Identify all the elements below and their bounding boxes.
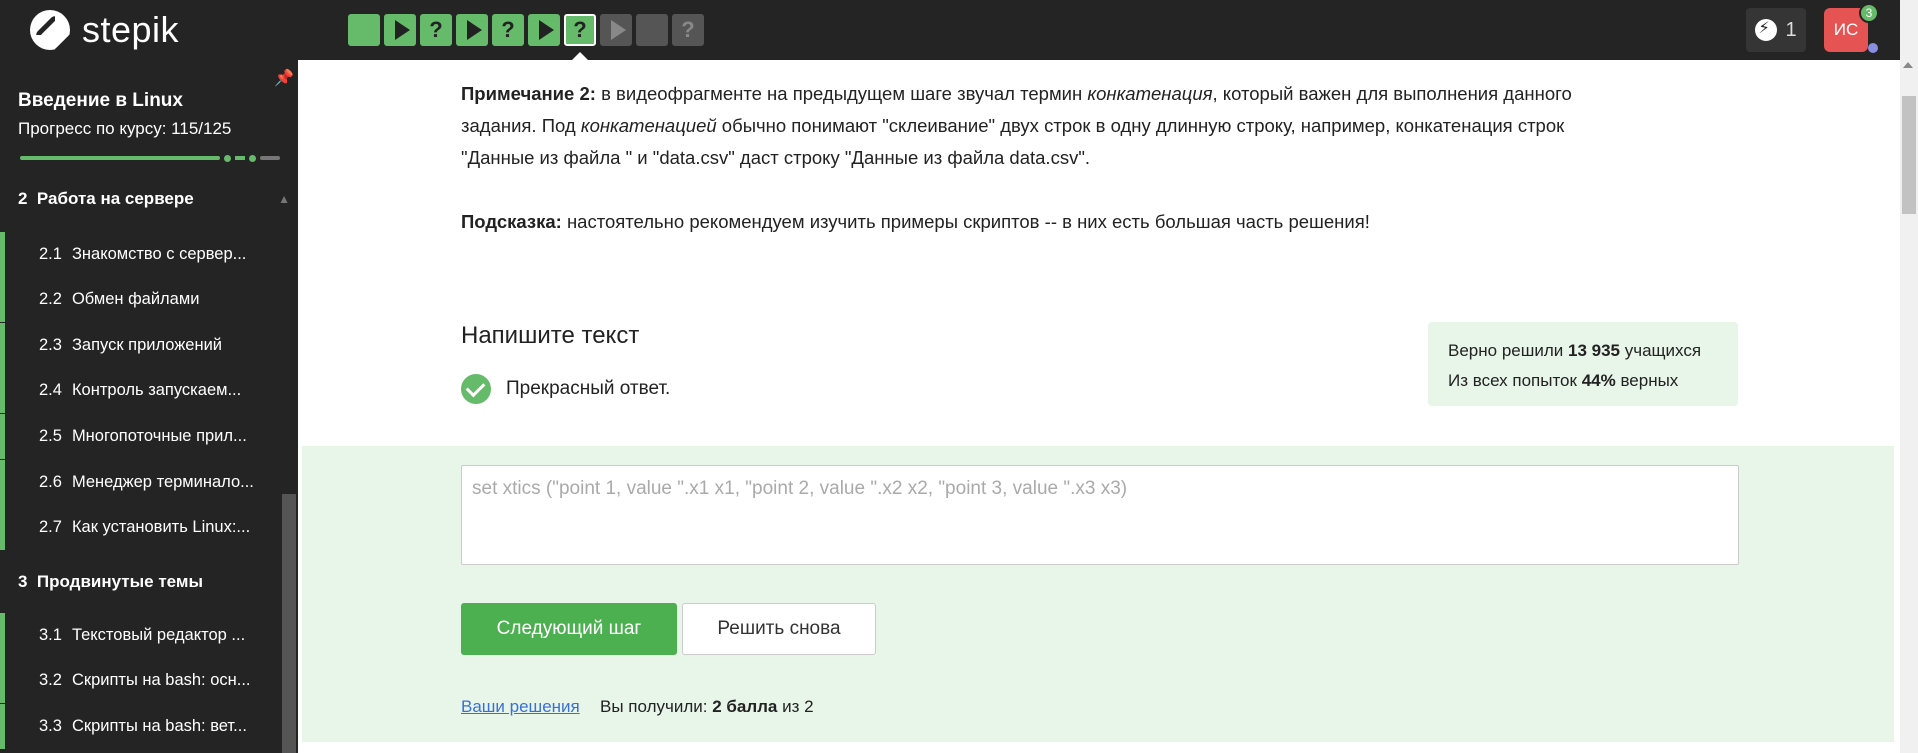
course-sidebar: 📌 Введение в Linux Прогресс по курсу: 11… [0,60,298,753]
step-navigation: ? ? ? ? [348,14,704,46]
score-text: Вы получили: 2 балла из 2 [600,697,814,716]
sidebar-lesson-2-5[interactable]: 2.5 Многопоточные прил... [0,414,280,459]
step-6-video-icon[interactable] [528,14,560,46]
sidebar-section-3[interactable]: 3 Продвинутые темы [0,556,298,608]
stats-attempts: Из всех попыток 44% верных [1448,371,1679,390]
sidebar-lesson-2-3[interactable]: 2.3 Запуск приложений [0,323,280,368]
sidebar-lesson-3-1[interactable]: 3.1 Текстовый редактор ... [0,613,280,658]
stats-box: Верно решили 13 935 учащихся Из всех поп… [1428,322,1738,406]
result-message: Прекрасный ответ. [506,378,671,399]
sidebar-lesson-3-2[interactable]: 3.2 Скрипты на bash: осн... [0,658,280,703]
stepik-logo-icon [30,10,70,50]
solve-again-button[interactable]: Решить снова [682,603,876,655]
step-10-quiz-icon[interactable]: ? [672,14,704,46]
energy-counter[interactable]: 1 [1746,8,1806,52]
pin-icon[interactable]: 📌 [274,68,294,88]
step-8-video-icon[interactable] [600,14,632,46]
checkmark-icon [461,374,491,404]
stepik-logo[interactable]: stepik [30,8,179,52]
answer-textarea[interactable]: set xtics ("point 1, value ".x1 x1, "poi… [461,465,1739,565]
energy-count: 1 [1785,18,1797,41]
sidebar-lesson-2-2[interactable]: 2.2 Обмен файлами [0,277,280,322]
stats-solved: Верно решили 13 935 учащихся [1448,341,1702,360]
step-7-quiz-icon-current[interactable]: ? [564,14,596,46]
step-9-text-icon[interactable] [636,14,668,46]
step-1-text-icon[interactable] [348,14,380,46]
hint-paragraph: Подсказка: настоятельно рекомендуем изуч… [461,211,1370,232]
note-paragraph: Примечание 2: в видеофрагменте на предыд… [461,83,1572,168]
step-content: Примечание 2: в видеофрагменте на предыд… [298,60,1900,753]
course-progress-bar [20,154,282,162]
step-2-video-icon[interactable] [384,14,416,46]
page-scrollbar-thumb[interactable] [1902,96,1916,214]
step-5-quiz-icon[interactable]: ? [492,14,524,46]
sidebar-lesson-2-1[interactable]: 2.1 Знакомство с сервер... [0,232,280,277]
next-step-button[interactable]: Следующий шаг [461,603,677,655]
lightning-icon [1755,18,1778,41]
status-dot [1868,43,1878,53]
scroll-up-arrow-icon[interactable] [1903,62,1913,68]
your-solutions-link[interactable]: Ваши решения [461,697,580,717]
current-step-pointer [572,52,588,60]
step-4-video-icon[interactable] [456,14,488,46]
sidebar-scrollbar[interactable] [282,494,296,753]
task-heading: Напишите текст [461,322,640,349]
sidebar-lesson-2-6[interactable]: 2.6 Менеджер терминало... [0,460,280,505]
notification-badge[interactable]: 3 [1859,3,1879,23]
sidebar-lesson-2-4[interactable]: 2.4 Контроль запускаем... [0,368,280,413]
sidebar-lesson-2-7[interactable]: 2.7 Как установить Linux:... [0,505,280,550]
step-3-quiz-icon[interactable]: ? [420,14,452,46]
logo-text: stepik [82,9,180,50]
collapse-icon[interactable]: ▲ [278,192,290,206]
course-progress-label: Прогресс по курсу: 115/125 [18,119,232,138]
sidebar-lesson-3-3[interactable]: 3.3 Скрипты на bash: вет... [0,704,280,749]
sidebar-section-2[interactable]: 2 Работа на сервере ▲ [0,173,298,225]
course-title[interactable]: Введение в Linux [18,90,183,112]
top-bar: stepik ? ? ? ? 1 ИС 3 [0,0,1900,60]
